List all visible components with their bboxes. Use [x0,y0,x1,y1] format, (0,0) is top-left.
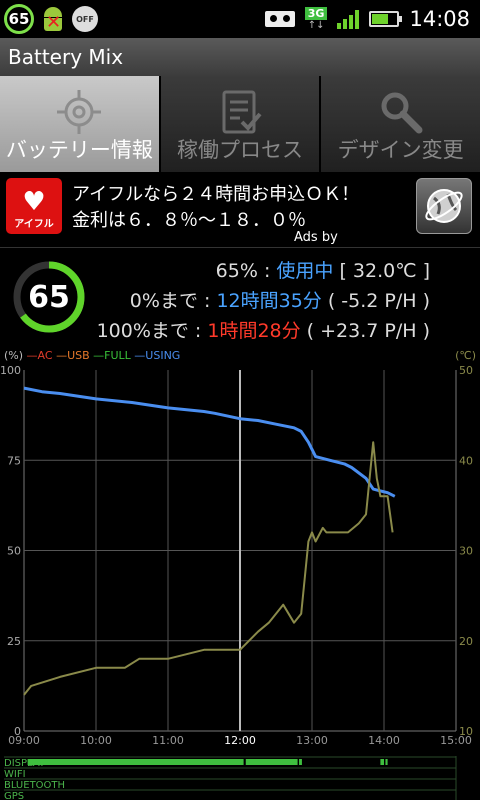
x-tick-label: 10:00 [80,734,112,745]
battery-status: 65 65% : 使用中 [ 32.0℃ ] 0%まで : 12時間35分 ( … [0,250,480,345]
notification-icons: 65 ✕ OFF [0,4,98,34]
wrench-icon [381,92,423,134]
y-tick-label: 75 [7,454,21,467]
y-tick-label: 25 [7,635,21,648]
activity-segment [299,759,302,765]
status-line-current: 65% : 使用中 [ 32.0℃ ] [215,260,430,282]
y-tick-label: 50 [7,545,21,558]
ad-network-button[interactable] [416,178,472,234]
activity-segment [385,759,388,765]
status-line-empty: 0%まで : 12時間35分 ( -5.2 P/H ) [129,290,430,312]
x-tick-label: 13:00 [296,734,328,745]
battery-icon [369,11,403,27]
battery-ring-icon: 65 [4,4,34,34]
battery-state: 使用中 [276,260,334,282]
x-tick-label: 12:00 [224,734,256,745]
tab-battery-info[interactable]: バッテリー情報 [0,76,161,172]
activity-row-label: WIFI [4,769,26,780]
time-to-full: 1時間28分 [207,320,301,342]
activity-row-label: BLUETOOTH [4,780,65,791]
network-3g-icon: 3G ↑↓ [304,7,328,31]
y2-tick-label: 30 [459,545,473,558]
x-tick-label: 09:00 [8,734,40,745]
status-line-full: 100%まで : 1時間28分 ( +23.7 P/H ) [96,320,430,342]
off-label: OFF [76,14,94,24]
power-off-icon: OFF [72,6,98,32]
x-tick-label: 11:00 [152,734,184,745]
globe-icon [425,189,463,223]
ad-headline[interactable]: アイフルなら２４時間お申込ＯＫ！ [72,180,359,206]
time-to-empty: 12時間35分 [216,290,322,312]
activity-row-label: GPS [4,791,24,800]
x-tick-label: 14:00 [368,734,400,745]
discharge-rate: ( -5.2 P/H ) [321,290,430,312]
y-tick-label: 100 [0,364,21,377]
app-title: Battery Mix [8,45,124,69]
battery-series-line [23,386,396,498]
status-bar: 65 ✕ OFF 3G ↑↓ 14:08 [0,0,480,38]
tab-processes[interactable]: 稼働プロセス [160,76,322,172]
tab-battery-info-label: バッテリー情報 [5,138,153,162]
tab-bar: バッテリー情報 稼働プロセス デザイン変更 [0,76,480,172]
app-title-bar: Battery Mix [0,38,480,76]
y2-tick-label: 40 [459,454,473,467]
activity-segment [245,759,298,765]
tab-design[interactable]: デザイン変更 [321,76,480,172]
charge-rate: ( +23.7 P/H ) [300,320,430,342]
android-error-icon: ✕ [40,5,66,33]
heart-icon: ♥ [22,187,46,217]
y2-tick-label: 50 [459,364,473,377]
activity-segment [380,759,384,765]
signal-icon [337,9,360,29]
battery-chart: 0255075100102030405009:00 10:00 11:00 12:00… [0,364,473,745]
y2-tick-label: 20 [459,635,473,648]
tab-processes-label: 稼働プロセス [177,138,303,162]
activity-segment [27,759,244,765]
voicemail-icon [264,11,295,27]
ad-subline[interactable]: 金利は６．８％～１８．０％ [72,206,306,232]
temperature-series-line [23,441,394,696]
target-icon [57,90,102,134]
activity-strip: DISPLAYWIFIBLUETOOTHGPS [4,756,457,800]
network-type: 3G [304,7,328,20]
ad-logo[interactable]: ♥ アイフル [6,178,62,234]
clock: 14:08 [409,7,470,31]
tab-design-label: デザイン変更 [337,138,464,162]
x-tick-label: 15:00 [440,734,472,745]
ad-banner[interactable]: ♥ アイフル アイフルなら２４時間お申込ＯＫ！ 金利は６．８％～１８．０％ Ad… [0,172,480,248]
status-battery-level: 65 [8,10,30,28]
system-icons: 3G ↑↓ 14:08 [264,0,470,38]
ads-by-label: Ads by [294,230,338,245]
checklist-icon [222,90,262,134]
battery-temperature: [ 32.0℃ ] [333,260,430,282]
battery-level-number: 65 [28,279,70,315]
ad-logo-text: アイフル [14,219,54,230]
